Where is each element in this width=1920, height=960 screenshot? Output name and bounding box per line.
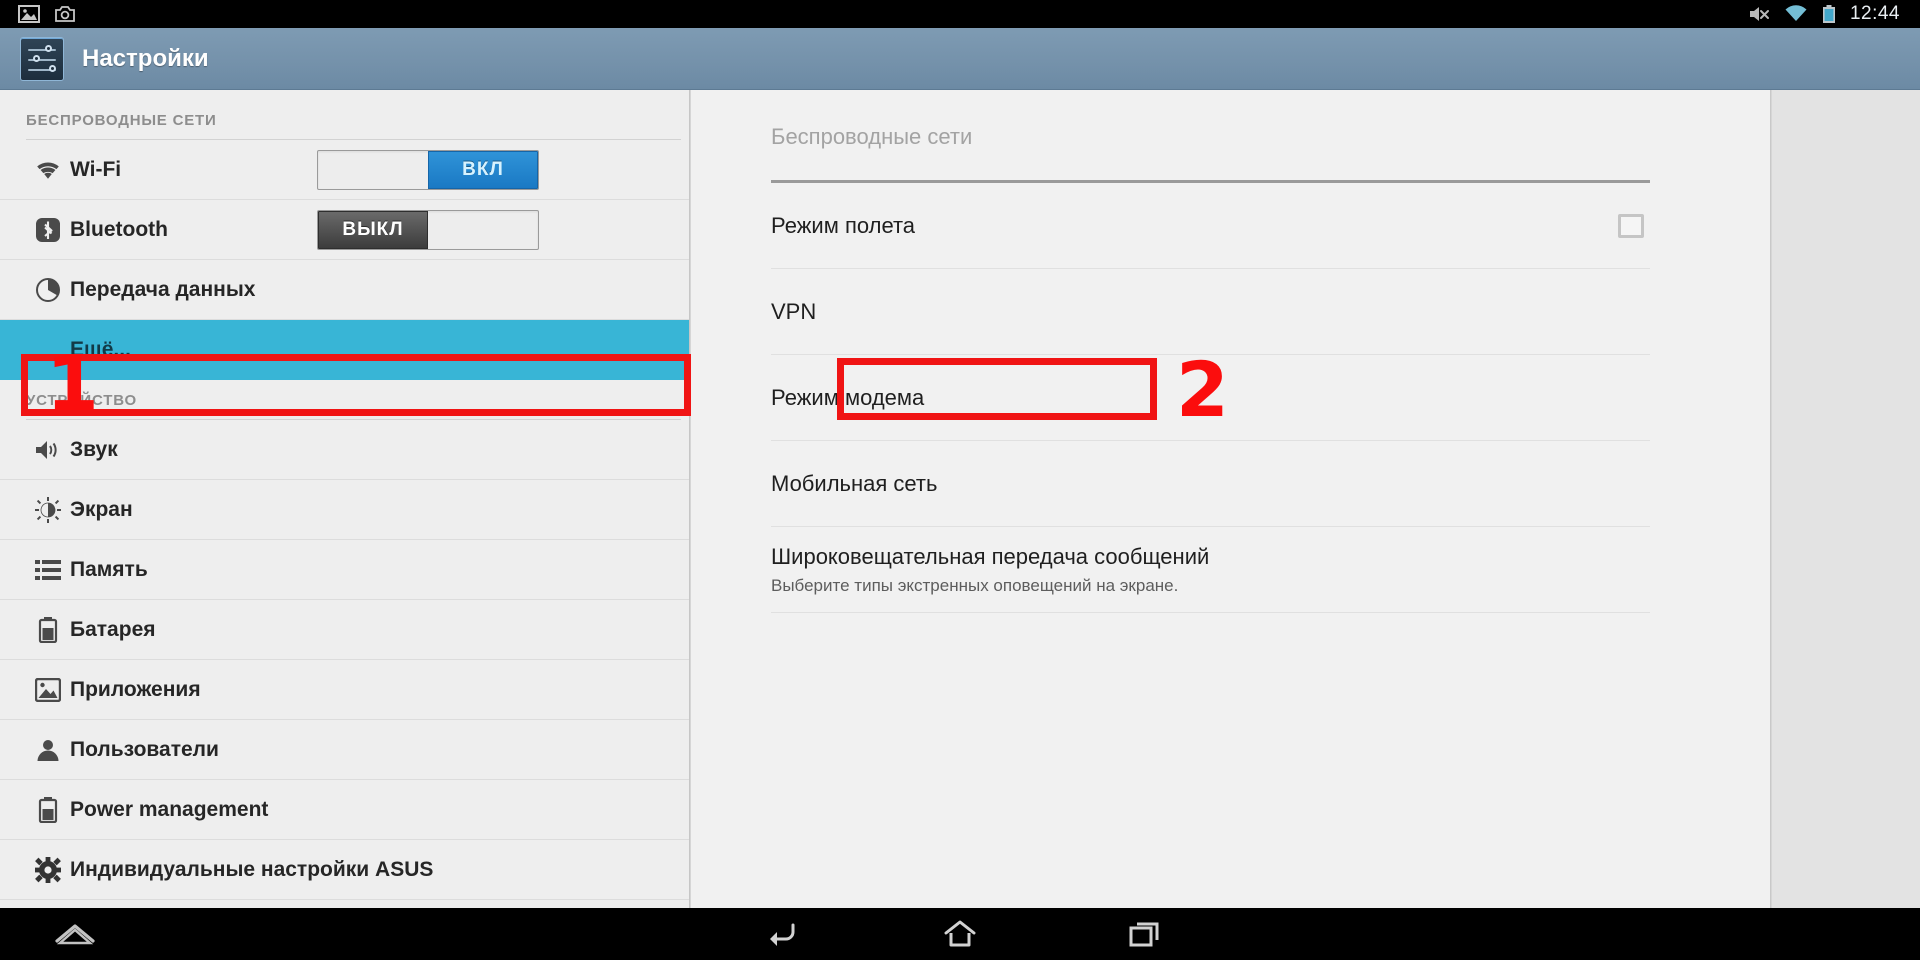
sidebar-item-storage[interactable]: Память: [0, 540, 689, 600]
annotation-number-one: 1: [46, 339, 99, 428]
page-title: Настройки: [82, 44, 209, 72]
wifi-icon: [26, 159, 70, 181]
sidebar-item-sound[interactable]: Звук: [0, 420, 689, 480]
power-battery-icon: [26, 796, 70, 823]
settings-sliders-icon: [20, 36, 64, 81]
sidebar-item-display[interactable]: Экран: [0, 480, 689, 540]
volume-muted-icon: [1748, 5, 1770, 23]
wireless-settings-panel: Беспроводные сети Режим полета VPN Режим…: [691, 90, 1771, 908]
setting-title: Режим модема: [771, 384, 925, 410]
display-brightness-icon: [26, 496, 70, 523]
setting-row-mobile-network[interactable]: Мобильная сеть: [771, 441, 1650, 527]
sidebar-item-label: Память: [70, 557, 148, 581]
status-bar: 12:44: [0, 0, 1920, 28]
sidebar-item-apps[interactable]: Приложения: [0, 660, 689, 720]
sidebar-item-more[interactable]: Ещё...: [0, 320, 689, 380]
app-title-bar: Настройки: [0, 28, 1920, 90]
sidebar-item-asus-customized[interactable]: Индивидуальные настройки ASUS: [0, 840, 689, 900]
annotation-number-two: 2: [1176, 345, 1229, 434]
sidebar-section-header-device: УСТРОЙСТВО: [26, 392, 137, 409]
nav-back-icon[interactable]: [740, 908, 820, 960]
setting-row-airplane-mode[interactable]: Режим полета: [771, 183, 1650, 269]
sidebar-item-label: Power management: [70, 797, 269, 821]
sidebar-item-label: Индивидуальные настройки ASUS: [70, 857, 434, 881]
storage-list-icon: [26, 559, 70, 581]
setting-title: Широковещательная передача сообщений: [771, 543, 1210, 569]
gallery-icon[interactable]: [18, 5, 40, 23]
setting-title: Мобильная сеть: [771, 470, 938, 496]
setting-title: Режим полета: [771, 212, 916, 238]
wifi-toggle-label: ВКЛ: [428, 150, 538, 189]
sidebar-item-label: Пользователи: [70, 737, 219, 761]
content-area: БЕСПРОВОДНЫЕ СЕТИ Wi-Fi ВКЛ Bluetooth ВЫ…: [0, 90, 1920, 908]
gear-icon: [26, 856, 70, 883]
setting-row-cell-broadcast[interactable]: Широковещательная передача сообщений Выб…: [771, 527, 1650, 613]
sidebar-item-power-management[interactable]: Power management: [0, 780, 689, 840]
status-bar-clock: 12:44: [1849, 3, 1900, 24]
sidebar-item-label: Экран: [70, 497, 133, 521]
setting-subtitle: Выберите типы экстренных оповещений на э…: [771, 575, 1179, 595]
panel-header: Беспроводные сети: [771, 124, 973, 149]
sidebar-item-users[interactable]: Пользователи: [0, 720, 689, 780]
setting-row-vpn[interactable]: VPN: [771, 269, 1650, 355]
sidebar-item-label: Приложения: [70, 677, 201, 701]
right-gutter: [1772, 90, 1920, 908]
sidebar-section-header-wireless: БЕСПРОВОДНЫЕ СЕТИ: [26, 112, 217, 129]
nav-recents-icon[interactable]: [1105, 908, 1185, 960]
data-usage-icon: [26, 277, 70, 303]
battery-icon: [1822, 4, 1836, 24]
wifi-toggle[interactable]: ВКЛ: [317, 149, 539, 190]
status-bar-right-icons: 12:44: [1748, 3, 1920, 25]
bluetooth-icon: [26, 217, 70, 243]
sidebar-item-label: Wi-Fi: [70, 157, 122, 181]
navigation-bar: [0, 908, 1920, 960]
bluetooth-toggle[interactable]: ВЫКЛ: [317, 209, 539, 250]
tablet-screen: 12:44 Настройки БЕСПРОВОДНЫЕ СЕТИ Wi-Fi …: [0, 0, 1920, 960]
airplane-mode-checkbox[interactable]: [1618, 213, 1644, 238]
battery-icon: [26, 616, 70, 643]
nav-expand-icon[interactable]: [40, 908, 110, 960]
nav-home-icon[interactable]: [920, 908, 1000, 960]
sidebar-item-label: Bluetooth: [70, 217, 168, 241]
wifi-icon: [1784, 5, 1808, 23]
screenshot-camera-icon[interactable]: [54, 5, 76, 23]
setting-text-stack: Широковещательная передача сообщений Выб…: [771, 528, 1209, 612]
sidebar-item-battery[interactable]: Батарея: [0, 600, 689, 660]
sidebar-item-label: Звук: [70, 437, 118, 461]
setting-title: VPN: [771, 298, 817, 324]
status-bar-left-icons: [0, 5, 76, 23]
sidebar-item-data-usage[interactable]: Передача данных: [0, 260, 689, 320]
sidebar-item-label: Передача данных: [70, 277, 256, 301]
sound-speaker-icon: [26, 438, 70, 462]
sidebar-item-label: Батарея: [70, 617, 156, 641]
settings-sidebar: БЕСПРОВОДНЫЕ СЕТИ Wi-Fi ВКЛ Bluetooth ВЫ…: [0, 90, 690, 908]
sidebar-item-wifi[interactable]: Wi-Fi ВКЛ: [0, 140, 689, 200]
user-person-icon: [26, 738, 70, 762]
sidebar-item-bluetooth[interactable]: Bluetooth ВЫКЛ: [0, 200, 689, 260]
apps-image-icon: [26, 677, 70, 702]
bluetooth-toggle-label: ВЫКЛ: [318, 210, 428, 249]
